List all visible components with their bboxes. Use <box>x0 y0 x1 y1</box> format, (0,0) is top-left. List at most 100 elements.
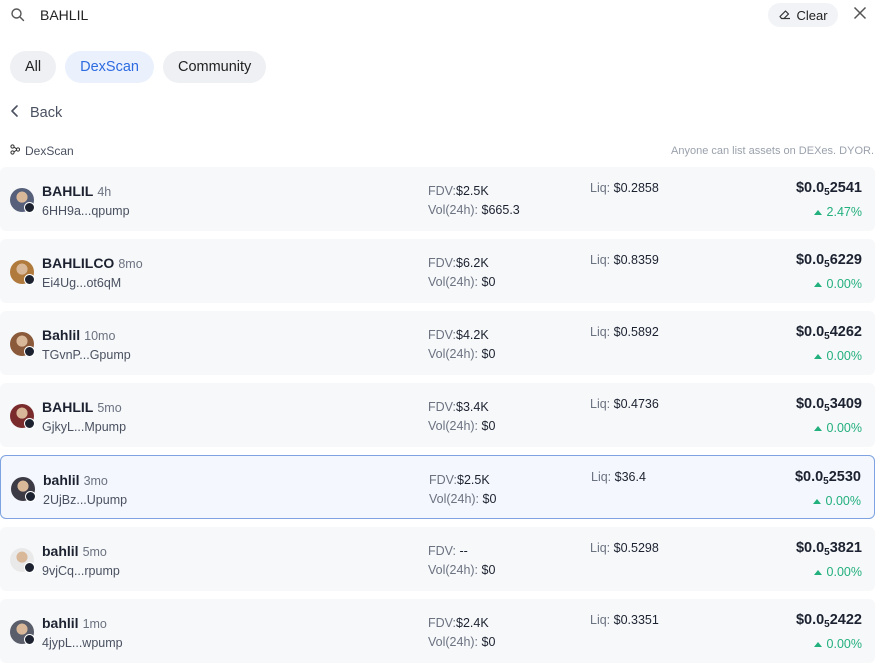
liquidity: Liq: $36.4 <box>591 470 646 484</box>
token-age: 10mo <box>84 329 116 343</box>
fdv: FDV:$2.5K <box>428 184 489 198</box>
token-symbol: bahlil <box>43 472 80 488</box>
liq-value: $0.8359 <box>613 253 659 267</box>
token-age: 4h <box>97 185 112 199</box>
token-name: Bahlil 10mo <box>42 327 115 343</box>
table-row[interactable]: bahlil 3mo 2UjBz...Upump FDV:$2.5K Vol(24… <box>0 455 875 519</box>
liq-value: $0.5298 <box>613 541 659 555</box>
vol-label: Vol(24h): <box>428 563 479 577</box>
token-address: GjkyL...Mpump <box>42 420 127 434</box>
liq-label: Liq: <box>590 541 611 555</box>
change-value: 0.00% <box>826 277 862 291</box>
back-link[interactable]: Back <box>10 104 62 122</box>
chain-badge-icon <box>24 418 35 429</box>
price-change: 0.00% <box>812 494 861 508</box>
chain-badge-icon <box>24 202 35 213</box>
vol-label: Vol(24h): <box>428 635 479 649</box>
tab-community[interactable]: Community <box>162 51 267 83</box>
close-icon <box>853 6 867 25</box>
vol-label: Vol(24h): <box>428 419 479 433</box>
token-address: 2UjBz...Upump <box>43 493 128 507</box>
tab-dexscan[interactable]: DexScan <box>65 51 154 83</box>
vol-label: Vol(24h): <box>428 347 479 361</box>
liquidity: Liq: $0.8359 <box>590 253 659 267</box>
table-row[interactable]: BAHLIL 4h 6HH9a...qpump FDV:$2.5K Vol(24h… <box>0 167 875 231</box>
fdv-label: FDV: <box>429 473 458 487</box>
clear-button[interactable]: Clear <box>768 3 838 27</box>
fdv-label: FDV: <box>428 256 457 270</box>
vol-label: Vol(24h): <box>428 203 479 217</box>
fdv: FDV:$4.2K <box>428 328 489 342</box>
filter-tabs: All DexScan Community <box>10 51 267 83</box>
price-change: 0.00% <box>813 637 862 651</box>
token-address: Ei4Ug...ot6qM <box>42 276 122 290</box>
volume: Vol(24h): $0 <box>428 419 495 433</box>
back-label: Back <box>30 105 63 121</box>
fdv: FDV: -- <box>428 544 468 558</box>
table-row[interactable]: bahlil 1mo 4jypL...wpump FDV:$2.4K Vol(24… <box>0 599 875 663</box>
token-name: BAHLILCO 8mo <box>42 255 143 271</box>
eraser-icon <box>778 7 792 24</box>
price: $0.056229 <box>796 252 862 270</box>
chain-badge-icon <box>24 274 35 285</box>
token-symbol: BAHLIL <box>42 183 94 199</box>
vol-label: Vol(24h): <box>429 492 480 506</box>
token-age: 3mo <box>83 474 108 488</box>
liq-label: Liq: <box>590 325 611 339</box>
fdv-value: $6.2K <box>456 256 489 270</box>
search-input[interactable] <box>40 4 640 26</box>
price-prefix: $0.0 <box>795 324 825 340</box>
token-age: 8mo <box>118 257 143 271</box>
price-digits: 3409 <box>829 396 862 412</box>
change-value: 0.00% <box>826 565 862 579</box>
liquidity: Liq: $0.5892 <box>590 325 659 339</box>
token-symbol: BAHLILCO <box>42 255 115 271</box>
vol-label: Vol(24h): <box>428 275 479 289</box>
token-name: BAHLIL 4h <box>42 183 111 199</box>
token-age: 5mo <box>97 401 122 415</box>
chain-badge-icon <box>24 562 35 573</box>
section-title: DexScan <box>25 144 74 158</box>
chain-badge-icon <box>25 491 36 502</box>
token-name: bahlil 3mo <box>43 472 108 488</box>
change-value: 0.00% <box>825 494 861 508</box>
table-row[interactable]: BAHLILCO 8mo Ei4Ug...ot6qM FDV:$6.2K Vol(… <box>0 239 875 303</box>
liq-label: Liq: <box>590 397 611 411</box>
search-icon <box>10 7 26 23</box>
price: $0.052422 <box>796 612 862 630</box>
volume: Vol(24h): $0 <box>429 492 496 506</box>
volume: Vol(24h): $0 <box>428 275 495 289</box>
arrow-up-icon <box>812 498 821 504</box>
fdv-value: -- <box>459 544 468 558</box>
price-digits: 2530 <box>828 469 861 485</box>
table-row[interactable]: BAHLIL 5mo GjkyL...Mpump FDV:$3.4K Vol(24… <box>0 383 875 447</box>
close-button[interactable] <box>850 5 870 25</box>
price: $0.053821 <box>796 540 862 558</box>
price-change: 0.00% <box>813 277 862 291</box>
token-name: bahlil 5mo <box>42 543 107 559</box>
fdv-label: FDV: <box>428 616 457 630</box>
arrow-up-icon <box>813 353 822 359</box>
fdv-value: $4.2K <box>456 328 489 342</box>
arrow-up-icon <box>813 569 822 575</box>
price: $0.052530 <box>795 469 861 487</box>
price-digits: 4262 <box>829 324 862 340</box>
table-row[interactable]: Bahlil 10mo TGvnP...Gpump FDV:$4.2K Vol(2… <box>0 311 875 375</box>
price-prefix: $0.0 <box>795 540 825 556</box>
table-row[interactable]: bahlil 5mo 9vjCq...rpump FDV: -- Vol(24h)… <box>0 527 875 591</box>
liquidity: Liq: $0.5298 <box>590 541 659 555</box>
fdv-label: FDV: <box>428 184 457 198</box>
liquidity: Liq: $0.3351 <box>590 613 659 627</box>
fdv: FDV:$3.4K <box>428 400 489 414</box>
arrow-up-icon <box>813 641 822 647</box>
fdv-value: $2.5K <box>456 184 489 198</box>
liq-value: $0.3351 <box>613 613 659 627</box>
price-digits: 2541 <box>829 180 862 196</box>
price-change: 0.00% <box>813 349 862 363</box>
tab-all[interactable]: All <box>10 51 57 83</box>
chain-badge-icon <box>24 346 35 357</box>
arrow-up-icon <box>813 209 822 215</box>
token-symbol: Bahlil <box>42 327 81 343</box>
volume: Vol(24h): $0 <box>428 563 495 577</box>
liq-label: Liq: <box>590 613 611 627</box>
